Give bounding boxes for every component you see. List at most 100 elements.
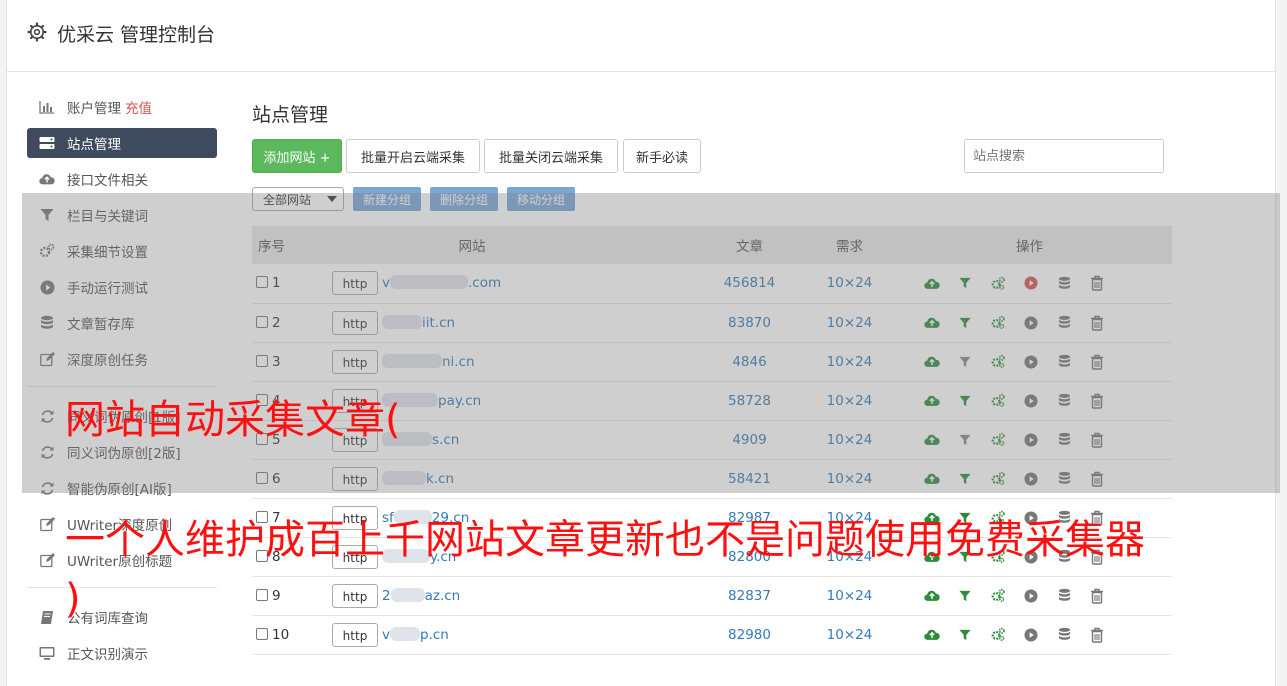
demand-value[interactable]: 10×24 bbox=[802, 303, 897, 342]
articles-count[interactable]: 58728 bbox=[697, 381, 802, 420]
ops-cell bbox=[897, 264, 1172, 303]
play-icon[interactable] bbox=[1022, 392, 1040, 410]
sidebar-item-manual-test[interactable]: 手动运行测试 bbox=[27, 272, 217, 302]
site-link[interactable]: iit.cn bbox=[382, 314, 455, 331]
demand-value[interactable]: 10×24 bbox=[802, 264, 897, 303]
demand-value[interactable]: 10×24 bbox=[802, 615, 897, 654]
filter-icon[interactable] bbox=[956, 353, 974, 371]
demand-value[interactable]: 10×24 bbox=[802, 381, 897, 420]
sidebar-item-article-store[interactable]: 文章暂存库 bbox=[27, 308, 217, 338]
database-icon[interactable] bbox=[1055, 470, 1073, 488]
sidebar-item-ai-rewrite[interactable]: 智能伪原创[AI版] bbox=[27, 473, 217, 503]
cogs-icon[interactable] bbox=[989, 626, 1007, 644]
articles-count[interactable]: 456814 bbox=[697, 264, 802, 303]
filter-icon[interactable] bbox=[956, 626, 974, 644]
play-icon[interactable] bbox=[1022, 587, 1040, 605]
articles-count[interactable]: 82980 bbox=[697, 615, 802, 654]
site-search-input[interactable] bbox=[964, 139, 1164, 173]
site-link[interactable]: 2 az.cn bbox=[382, 587, 460, 604]
batch-close-cloud-button[interactable]: 批量关闭云端采集 bbox=[484, 139, 618, 173]
cloud-upload-icon[interactable] bbox=[923, 626, 941, 644]
articles-count[interactable]: 4909 bbox=[697, 420, 802, 459]
trash-icon[interactable] bbox=[1088, 353, 1106, 371]
cogs-icon[interactable] bbox=[989, 470, 1007, 488]
row-checkbox[interactable] bbox=[256, 471, 268, 484]
move-group-button[interactable]: 移动分组 bbox=[507, 187, 575, 211]
database-icon[interactable] bbox=[1055, 392, 1073, 410]
cogs-icon[interactable] bbox=[989, 353, 1007, 371]
sidebar-item-public-lexicon[interactable]: 公有词库查询 bbox=[27, 602, 217, 632]
cloud-upload-icon[interactable] bbox=[923, 392, 941, 410]
cogs-icon[interactable] bbox=[989, 274, 1007, 292]
trash-icon[interactable] bbox=[1088, 274, 1106, 292]
database-icon[interactable] bbox=[1055, 587, 1073, 605]
play-icon[interactable] bbox=[1022, 626, 1040, 644]
play-icon[interactable] bbox=[1022, 314, 1040, 332]
beginner-guide-button[interactable]: 新手必读 bbox=[623, 139, 701, 173]
sidebar-item-account[interactable]: 账户管理 充值 bbox=[27, 92, 217, 122]
demand-value[interactable]: 10×24 bbox=[802, 459, 897, 498]
database-icon[interactable] bbox=[1055, 626, 1073, 644]
site-link[interactable]: ni.cn bbox=[382, 353, 475, 370]
delete-group-button[interactable]: 删除分组 bbox=[430, 187, 498, 211]
cloud-upload-icon[interactable] bbox=[923, 587, 941, 605]
articles-count[interactable]: 58421 bbox=[697, 459, 802, 498]
site-link[interactable]: v p.cn bbox=[382, 626, 449, 643]
cogs-icon[interactable] bbox=[989, 392, 1007, 410]
sidebar-item-label: 智能伪原创[AI版] bbox=[67, 482, 172, 498]
cloud-upload-icon[interactable] bbox=[923, 353, 941, 371]
cloud-upload-icon[interactable] bbox=[923, 274, 941, 292]
trash-icon[interactable] bbox=[1088, 314, 1106, 332]
row-checkbox[interactable] bbox=[256, 627, 268, 640]
trash-icon[interactable] bbox=[1088, 626, 1106, 644]
sidebar-item-columns-keywords[interactable]: 栏目与关键词 bbox=[27, 200, 217, 230]
sidebar-item-collect-settings[interactable]: 采集细节设置 bbox=[27, 236, 217, 266]
sidebar-item-deep-original[interactable]: 深度原创任务 bbox=[27, 344, 217, 374]
database-icon[interactable] bbox=[1055, 314, 1073, 332]
demand-value[interactable]: 10×24 bbox=[802, 342, 897, 381]
demand-value[interactable]: 10×24 bbox=[802, 576, 897, 615]
row-checkbox[interactable] bbox=[256, 315, 268, 328]
cloud-upload-icon[interactable] bbox=[923, 470, 941, 488]
group-select[interactable]: 全部网站 bbox=[252, 187, 344, 211]
articles-count[interactable]: 83870 bbox=[697, 303, 802, 342]
filter-icon[interactable] bbox=[956, 431, 974, 449]
row-checkbox[interactable] bbox=[256, 588, 268, 601]
sidebar-item-text-recognition[interactable]: 正文识别演示 bbox=[27, 638, 217, 668]
filter-icon[interactable] bbox=[956, 274, 974, 292]
cogs-icon[interactable] bbox=[989, 314, 1007, 332]
play-icon[interactable] bbox=[1022, 470, 1040, 488]
new-group-button[interactable]: 新建分组 bbox=[353, 187, 421, 211]
play-icon[interactable] bbox=[1022, 274, 1040, 292]
filter-icon[interactable] bbox=[956, 587, 974, 605]
trash-icon[interactable] bbox=[1088, 392, 1106, 410]
trash-icon[interactable] bbox=[1088, 587, 1106, 605]
site-cell: http iit.cn bbox=[327, 303, 697, 342]
site-link[interactable]: v .com bbox=[382, 275, 501, 291]
trash-icon[interactable] bbox=[1088, 431, 1106, 449]
cloud-upload-icon[interactable] bbox=[923, 431, 941, 449]
sidebar-item-sites[interactable]: 站点管理 bbox=[27, 128, 217, 158]
batch-open-cloud-button[interactable]: 批量开启云端采集 bbox=[346, 139, 480, 173]
cogs-icon[interactable] bbox=[989, 587, 1007, 605]
database-icon[interactable] bbox=[1055, 431, 1073, 449]
sidebar-item-interface-files[interactable]: 接口文件相关 bbox=[27, 164, 217, 194]
recharge-link[interactable]: 充值 bbox=[125, 97, 152, 117]
add-site-button[interactable]: 添加网站 + bbox=[252, 139, 342, 173]
database-icon[interactable] bbox=[1055, 274, 1073, 292]
filter-icon[interactable] bbox=[956, 314, 974, 332]
demand-value[interactable]: 10×24 bbox=[802, 420, 897, 459]
articles-count[interactable]: 82837 bbox=[697, 576, 802, 615]
trash-icon[interactable] bbox=[1088, 470, 1106, 488]
cloud-upload-icon[interactable] bbox=[923, 314, 941, 332]
site-link[interactable]: k.cn bbox=[382, 470, 454, 487]
play-icon[interactable] bbox=[1022, 353, 1040, 371]
articles-count[interactable]: 4846 bbox=[697, 342, 802, 381]
cogs-icon[interactable] bbox=[989, 431, 1007, 449]
filter-icon[interactable] bbox=[956, 470, 974, 488]
filter-icon[interactable] bbox=[956, 392, 974, 410]
play-icon[interactable] bbox=[1022, 431, 1040, 449]
row-checkbox[interactable] bbox=[256, 276, 268, 289]
row-checkbox[interactable] bbox=[256, 354, 268, 367]
database-icon[interactable] bbox=[1055, 353, 1073, 371]
